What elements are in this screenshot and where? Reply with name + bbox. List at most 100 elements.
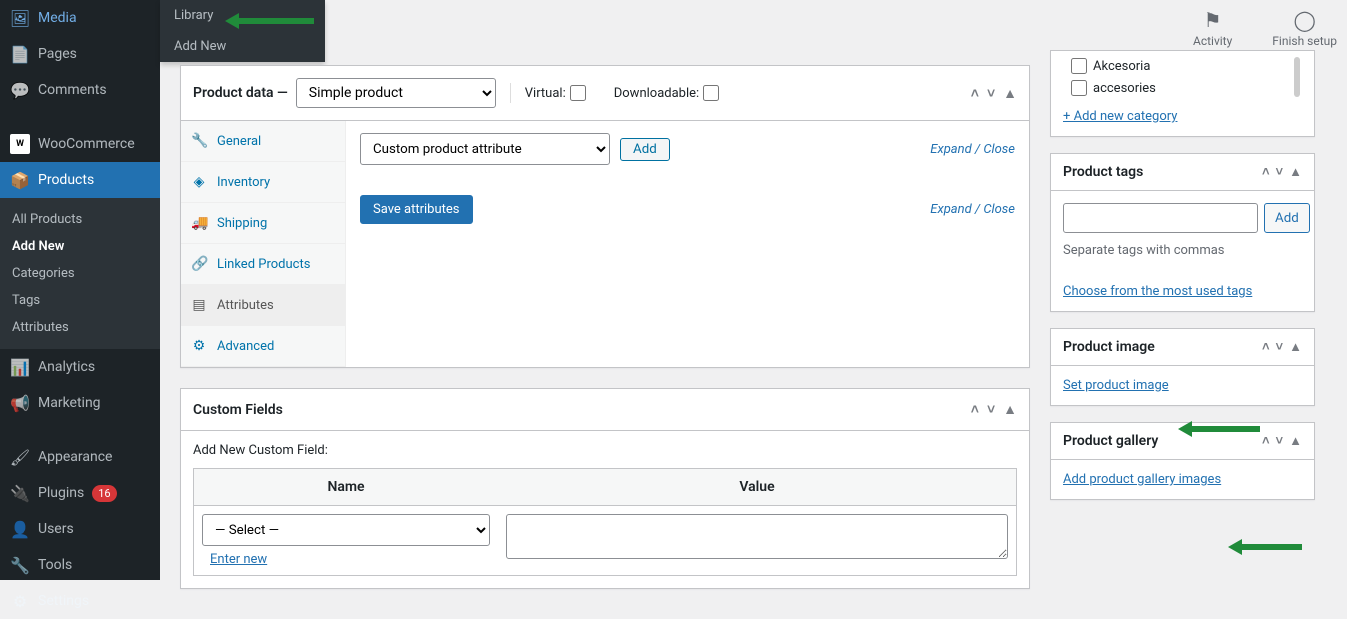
tab-label: General [217, 134, 261, 149]
panel-down-icon[interactable]: ˅ [1276, 433, 1284, 449]
panel-toggle-icon[interactable]: ▲ [1003, 85, 1017, 102]
tab-linked[interactable]: 🔗Linked Products [181, 244, 345, 285]
product-gallery-metabox: Product gallery ˄˅▲ Add product gallery … [1050, 422, 1315, 500]
panel-toggle-icon[interactable]: ▲ [1289, 164, 1302, 180]
category-checkbox[interactable] [1071, 80, 1087, 96]
downloadable-checkbox[interactable] [703, 85, 719, 101]
submenu-add-new[interactable]: Add New [0, 233, 160, 260]
sidebar-item-products[interactable]: 📦 Products [0, 162, 160, 198]
attribute-type-select[interactable]: Custom product attribute [360, 133, 610, 165]
product-data-header: Product data — [193, 85, 288, 101]
submenu-tags[interactable]: Tags [0, 287, 160, 314]
activity-button[interactable]: ⚑ Activity [1193, 8, 1232, 48]
enter-new-link[interactable]: Enter new [202, 546, 275, 567]
panel-toggle-icon[interactable]: ▲ [1289, 433, 1302, 449]
tag-input[interactable] [1063, 203, 1258, 233]
flyout-add-new[interactable]: Add New [160, 31, 325, 62]
sidebar-label: Plugins [38, 485, 84, 501]
add-attribute-button[interactable]: Add [620, 138, 670, 161]
product-image-metabox: Product image ˄ ˅ ▲ Set product image [1050, 328, 1315, 406]
sidebar-label: Products [38, 172, 94, 188]
gear-icon: ⚙ [191, 338, 207, 354]
panel-toggle-icon[interactable]: ▲ [1003, 401, 1017, 418]
media-icon: 🖼 [10, 8, 30, 28]
sidebar-item-pages[interactable]: 📄 Pages [0, 36, 160, 72]
sidebar-item-users[interactable]: 👤 Users [0, 511, 160, 547]
panel-down-icon[interactable]: ˅ [1276, 339, 1284, 355]
choose-tags-link[interactable]: Choose from the most used tags [1063, 284, 1252, 299]
sidebar-label: Appearance [38, 449, 112, 465]
sidebar-label: WooCommerce [38, 136, 135, 152]
custom-fields-panel: Custom Fields ˄ ˅ ▲ Add New Custom Field… [180, 388, 1030, 589]
add-tag-button[interactable]: Add [1264, 203, 1310, 233]
scrollbar[interactable] [1294, 57, 1300, 97]
expand-close-link-2[interactable]: Expand / Close [930, 202, 1015, 217]
sidebar-item-woocommerce[interactable]: W WooCommerce [0, 126, 160, 162]
add-new-category-link[interactable]: + Add new category [1063, 109, 1177, 124]
tab-inventory[interactable]: ◈Inventory [181, 162, 345, 203]
panel-down-icon[interactable]: ˅ [1276, 164, 1284, 180]
downloadable-label: Downloadable: [614, 86, 699, 101]
submenu-attributes[interactable]: Attributes [0, 314, 160, 341]
save-attributes-button[interactable]: Save attributes [360, 195, 473, 224]
circle-icon: ◯ [1272, 8, 1337, 32]
sidebar-item-plugins[interactable]: 🔌 Plugins 16 [0, 475, 160, 511]
expand-close-link[interactable]: Expand / Close [930, 142, 1015, 157]
category-item[interactable]: accesories [1071, 77, 1294, 99]
custom-fields-header: Custom Fields [193, 402, 283, 418]
panel-down-icon[interactable]: ˅ [987, 85, 995, 102]
tab-shipping[interactable]: 🚚Shipping [181, 203, 345, 244]
cf-value-textarea[interactable] [506, 514, 1008, 559]
marketing-icon: 📢 [10, 393, 30, 413]
product-type-select[interactable]: Simple product [296, 78, 496, 108]
sidebar-item-tools[interactable]: 🔧 Tools [0, 547, 160, 583]
tab-general[interactable]: 🔧General [181, 121, 345, 162]
virtual-checkbox[interactable] [570, 85, 586, 101]
list-icon: ▤ [191, 297, 207, 313]
plugins-icon: 🔌 [10, 483, 30, 503]
tab-advanced[interactable]: ⚙ Advanced [181, 326, 345, 367]
panel-up-icon[interactable]: ˄ [971, 85, 979, 102]
panel-up-icon[interactable]: ˄ [1262, 339, 1270, 355]
panel-up-icon[interactable]: ˄ [971, 401, 979, 418]
category-checkbox[interactable] [1071, 58, 1087, 74]
add-new-cf-label: Add New Custom Field: [193, 443, 1017, 458]
category-item[interactable]: Akcesoria [1071, 55, 1294, 77]
submenu-all-products[interactable]: All Products [0, 206, 160, 233]
panel-up-icon[interactable]: ˄ [1262, 164, 1270, 180]
sidebar-item-analytics[interactable]: 📊 Analytics [0, 349, 160, 385]
cf-name-select[interactable]: — Select — [202, 514, 490, 546]
sidebar-item-marketing[interactable]: 📢 Marketing [0, 385, 160, 421]
sidebar-label: Media [38, 10, 77, 26]
product-tags-metabox: Product tags ˄˅▲ Add Separate tags with … [1050, 153, 1315, 312]
tab-attributes[interactable]: ▤Attributes [181, 285, 345, 326]
virtual-checkbox-wrap[interactable]: Virtual: [525, 85, 586, 101]
sidebar-label: Analytics [38, 359, 95, 375]
activity-label: Activity [1193, 34, 1232, 48]
categories-metabox: Akcesoria accesories + Add new category [1050, 50, 1315, 137]
sidebar-item-comments[interactable]: 💬 Comments [0, 72, 160, 108]
set-product-image-link[interactable]: Set product image [1063, 378, 1169, 393]
category-label: accesories [1093, 81, 1156, 96]
inventory-icon: ◈ [191, 174, 207, 190]
add-gallery-images-link[interactable]: Add product gallery images [1063, 472, 1221, 487]
tab-label: Advanced [217, 339, 274, 354]
flyout-library[interactable]: Library [160, 0, 325, 31]
submenu-categories[interactable]: Categories [0, 260, 160, 287]
sidebar-item-media[interactable]: 🖼 Media [0, 0, 160, 36]
sidebar-item-appearance[interactable]: 🖌 Appearance [0, 439, 160, 475]
media-flyout: Library Add New [160, 0, 325, 62]
admin-sidebar: 🖼 Media 📄 Pages 💬 Comments W WooCommerce… [0, 0, 160, 580]
panel-toggle-icon[interactable]: ▲ [1289, 339, 1302, 355]
appearance-icon: 🖌 [10, 447, 30, 467]
panel-down-icon[interactable]: ˅ [987, 401, 995, 418]
panel-up-icon[interactable]: ˄ [1262, 433, 1270, 449]
annotation-arrow [1228, 539, 1302, 555]
tag-help-text: Separate tags with commas [1063, 243, 1302, 258]
sidebar-item-settings[interactable]: ⚙ Settings [0, 583, 160, 619]
virtual-label: Virtual: [525, 86, 566, 101]
downloadable-checkbox-wrap[interactable]: Downloadable: [614, 85, 719, 101]
finish-setup-button[interactable]: ◯ Finish setup [1272, 8, 1337, 48]
link-icon: 🔗 [191, 256, 207, 272]
product-image-header: Product image [1063, 339, 1155, 355]
